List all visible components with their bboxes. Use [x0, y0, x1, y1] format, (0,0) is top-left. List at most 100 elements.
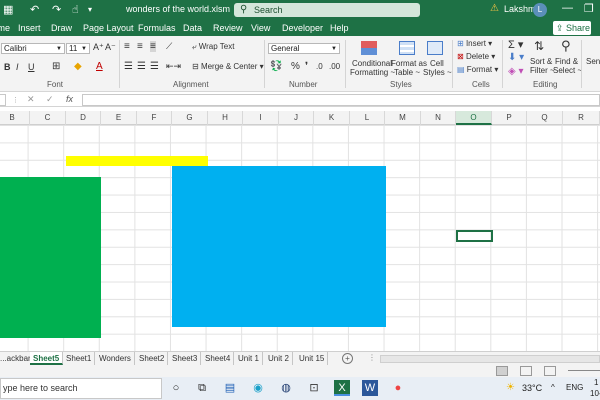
store-icon[interactable]: ⊡: [306, 380, 322, 396]
sheet-tab-unit-15[interactable]: Unit 15: [296, 352, 329, 365]
clock-time[interactable]: 1: [594, 378, 598, 387]
column-header-p[interactable]: P: [492, 111, 527, 125]
tab-help[interactable]: Help: [330, 23, 349, 33]
align-center-icon[interactable]: ☰: [137, 61, 146, 72]
yellow-rectangle[interactable]: [66, 156, 208, 166]
page-break-view-button[interactable]: [544, 366, 556, 376]
currency-icon[interactable]: 💱: [270, 61, 282, 72]
sheet-tab-sheet2[interactable]: Sheet2: [136, 352, 169, 365]
comma-icon[interactable]: ❜: [305, 61, 308, 72]
cell-styles-label-1[interactable]: Cell: [430, 59, 444, 68]
wrap-text-button[interactable]: ⤶ Wrap Text: [192, 42, 234, 52]
column-header-c[interactable]: C: [30, 111, 66, 125]
task-view-icon[interactable]: ⧉: [194, 380, 210, 396]
increase-decimal-icon[interactable]: .0: [316, 62, 323, 71]
sort-filter-label-2[interactable]: Filter ~: [530, 66, 555, 75]
cell-styles-label-2[interactable]: Styles ~: [423, 68, 452, 77]
blue-rectangle[interactable]: [172, 166, 386, 327]
tab-formulas[interactable]: Formulas: [138, 23, 176, 33]
formula-input[interactable]: [82, 94, 600, 106]
column-header-g[interactable]: G: [172, 111, 208, 125]
warning-icon[interactable]: ⚠: [490, 3, 499, 14]
indent-icon[interactable]: ⇤⇥: [166, 61, 181, 72]
column-header-o[interactable]: O: [456, 111, 492, 125]
find-select-label-2[interactable]: Select ~: [553, 66, 582, 75]
orientation-icon[interactable]: ⟋: [166, 41, 172, 52]
column-header-d[interactable]: D: [66, 111, 101, 125]
search-box[interactable]: ⚲ Search: [234, 3, 420, 17]
fill-color-icon[interactable]: ◆: [74, 61, 82, 72]
restore-icon[interactable]: ❐: [584, 2, 594, 15]
add-sheet-button[interactable]: +: [342, 353, 353, 364]
redo-icon[interactable]: ↷: [52, 3, 61, 16]
format-as-table-label-1[interactable]: Format as: [391, 59, 427, 68]
bold-icon[interactable]: B: [4, 62, 11, 72]
excel-taskbar-icon[interactable]: X: [334, 380, 350, 396]
tab-data[interactable]: Data: [183, 23, 202, 33]
enter-icon[interactable]: ✓: [46, 94, 54, 105]
page-layout-view-button[interactable]: [520, 366, 532, 376]
align-right-icon[interactable]: ☰: [150, 61, 159, 72]
zoom-slider[interactable]: [568, 370, 600, 371]
merge-center-button[interactable]: ⊟ Merge & Center ▾: [192, 62, 264, 71]
cell-styles-icon[interactable]: [427, 41, 443, 55]
column-header-r[interactable]: R: [563, 111, 600, 125]
sheet-tab-sheet3[interactable]: Sheet3: [169, 352, 202, 365]
font-name-combo[interactable]: Calibri ▼: [1, 43, 65, 54]
tab-insert[interactable]: Insert: [18, 23, 41, 33]
green-rectangle[interactable]: [0, 177, 101, 338]
normal-view-button[interactable]: [496, 366, 508, 376]
sort-filter-icon[interactable]: ⇅: [534, 39, 544, 53]
align-bottom-icon[interactable]: ≡: [150, 41, 156, 52]
align-middle-icon[interactable]: ≡: [137, 41, 143, 52]
app-icon[interactable]: ◍: [278, 380, 294, 396]
tray-chevron-icon[interactable]: ^: [551, 383, 555, 392]
share-button[interactable]: ⇪ Share: [553, 21, 591, 35]
word-taskbar-icon[interactable]: W: [362, 380, 378, 396]
conditional-formatting-label-2[interactable]: Formatting ~: [350, 68, 395, 77]
excel-icon[interactable]: ▦: [3, 3, 13, 16]
column-header-m[interactable]: M: [385, 111, 421, 125]
underline-icon[interactable]: U: [28, 62, 35, 72]
sheet-tab-sheet4[interactable]: Sheet4: [202, 352, 235, 365]
tab-review[interactable]: Review: [213, 23, 243, 33]
format-button[interactable]: ▤ Format ▾: [457, 65, 498, 74]
column-header-f[interactable]: F: [137, 111, 172, 125]
column-header-q[interactable]: Q: [527, 111, 563, 125]
worksheet-grid[interactable]: [0, 125, 600, 351]
decrease-decimal-icon[interactable]: .00: [329, 62, 340, 71]
edge-icon[interactable]: ◉: [250, 380, 266, 396]
column-header-n[interactable]: N: [421, 111, 456, 125]
sensitivity-label[interactable]: Sens: [586, 57, 600, 66]
font-size-combo[interactable]: 11 ▼: [66, 43, 90, 54]
sheet-tab-sheet1[interactable]: Sheet1: [63, 352, 96, 365]
column-header-i[interactable]: I: [243, 111, 279, 125]
active-cell[interactable]: [456, 230, 493, 242]
conditional-formatting-label-1[interactable]: Conditional: [352, 59, 392, 68]
sheet-tab-unit-1[interactable]: Unit 1: [235, 352, 263, 365]
decrease-font-icon[interactable]: A⁻: [105, 42, 116, 53]
sheet-tab-unit-2[interactable]: Unit 2: [265, 352, 293, 365]
percent-icon[interactable]: %: [291, 61, 300, 72]
font-color-icon[interactable]: A: [96, 61, 103, 72]
cortana-icon[interactable]: ○: [168, 380, 184, 396]
borders-icon[interactable]: ⊞: [52, 61, 60, 72]
column-header-k[interactable]: K: [314, 111, 350, 125]
avatar[interactable]: L: [533, 3, 547, 17]
increase-font-icon[interactable]: A⁺: [93, 42, 104, 53]
find-select-label-1[interactable]: Find &: [555, 57, 578, 66]
name-box[interactable]: [0, 94, 6, 106]
touch-mode-icon[interactable]: ☝: [72, 3, 79, 16]
tab-developer[interactable]: Developer: [282, 23, 323, 33]
fill-icon[interactable]: ⬇ ▾: [508, 52, 524, 63]
cancel-icon[interactable]: ✕: [27, 94, 35, 105]
tab-page-layout[interactable]: Page Layout: [83, 23, 134, 33]
temperature[interactable]: 33°C: [522, 383, 542, 393]
minimize-icon[interactable]: —: [562, 2, 573, 14]
notification-app-icon[interactable]: ●: [390, 380, 406, 396]
insert-button[interactable]: ⊞ Insert ▾: [457, 39, 492, 48]
weather-icon[interactable]: ☀: [506, 382, 515, 393]
align-top-icon[interactable]: ≡: [124, 41, 130, 52]
column-header-j[interactable]: J: [279, 111, 314, 125]
find-select-icon[interactable]: ⚲: [561, 38, 571, 54]
